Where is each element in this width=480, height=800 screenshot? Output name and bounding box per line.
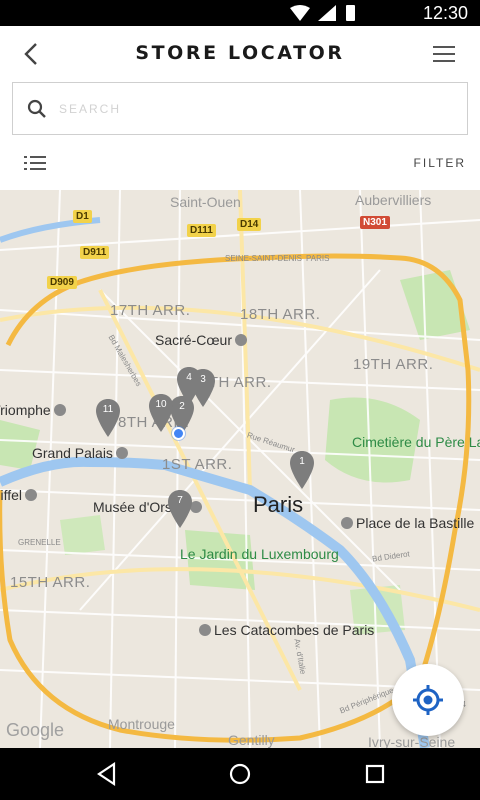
- cell-signal-icon: [318, 5, 336, 21]
- road-shield: D911: [80, 246, 110, 259]
- park-label: Cimetière du Père Lachaise: [352, 434, 480, 450]
- store-marker[interactable]: 7: [167, 489, 193, 529]
- store-map[interactable]: Saint-Ouen Aubervilliers Montrouge Genti…: [0, 190, 480, 748]
- my-location-icon: [413, 685, 443, 715]
- system-nav-bar: [0, 748, 480, 800]
- google-attribution: Google: [6, 720, 65, 740]
- chevron-left-icon[interactable]: [14, 38, 50, 70]
- district-label: 15TH ARR.: [10, 574, 91, 591]
- wifi-icon: [290, 5, 310, 21]
- search-icon: [27, 99, 46, 118]
- status-time: 12:30: [422, 3, 468, 23]
- poi-label: Arc de Triomphe: [0, 402, 69, 418]
- road-shield: D111: [187, 224, 216, 237]
- city-label: Ivry-sur-Seine: [368, 734, 456, 748]
- road-shield: D909: [47, 276, 77, 289]
- district-label: 17TH ARR.: [110, 302, 191, 319]
- city-label: Aubervilliers: [355, 192, 432, 208]
- back-triangle-icon[interactable]: [94, 761, 120, 787]
- status-bar: 12:30: [0, 0, 480, 26]
- page-title: STORE LOCATOR: [135, 42, 345, 64]
- list-filter-bar: FILTER: [0, 140, 480, 190]
- home-circle-icon[interactable]: [227, 761, 253, 787]
- poi-label: Tour Eiffel: [0, 487, 40, 503]
- status-icons: [290, 5, 355, 21]
- road-shield: D1: [73, 210, 92, 223]
- poi-label: Grand Palais: [32, 445, 131, 461]
- recents-square-icon[interactable]: [362, 761, 388, 787]
- store-marker[interactable]: 10: [148, 393, 174, 433]
- list-view-icon[interactable]: [22, 152, 48, 174]
- park-area: [60, 515, 105, 555]
- filter-button[interactable]: FILTER: [414, 156, 466, 170]
- poi-label: Les Catacombes de Paris: [196, 622, 374, 638]
- road-label: PARIS: [306, 254, 330, 263]
- battery-icon: [346, 5, 355, 21]
- landmark-icon: [25, 489, 37, 501]
- store-marker[interactable]: 11: [95, 398, 121, 438]
- landmark-icon: [341, 517, 353, 529]
- city-label-paris: Paris: [253, 492, 304, 517]
- road-label: SEINE-SAINT-DENIS: [225, 254, 302, 263]
- city-label: Saint-Ouen: [170, 194, 241, 210]
- user-location-dot: [172, 427, 185, 440]
- poi-label: Place de la Bastille: [338, 515, 474, 531]
- search-box: [12, 82, 468, 135]
- district-label: 18TH ARR.: [240, 306, 321, 323]
- search-input[interactable]: [59, 97, 449, 121]
- road-shield: D14: [237, 218, 262, 231]
- poi-label: Sacré-Cœur: [155, 332, 250, 348]
- hamburger-menu-icon[interactable]: [430, 40, 460, 68]
- city-label: Montrouge: [108, 716, 175, 732]
- city-label: Gentilly: [228, 732, 275, 748]
- landmark-icon: [199, 624, 211, 636]
- map-base: [0, 190, 480, 748]
- road-shield: N301: [360, 216, 390, 229]
- district-label: 1ST ARR.: [162, 456, 233, 473]
- road-label: GRENELLE: [18, 538, 61, 547]
- park-label: Le Jardin du Luxembourg: [180, 546, 339, 562]
- store-marker[interactable]: 1: [289, 450, 315, 490]
- my-location-button[interactable]: [392, 664, 464, 736]
- landmark-icon: [115, 447, 128, 459]
- district-label: 19TH ARR.: [353, 356, 434, 373]
- app-bar: STORE LOCATOR: [0, 26, 480, 82]
- landmark-icon: [53, 404, 66, 416]
- landmark-icon: [235, 334, 248, 346]
- store-marker[interactable]: 4: [176, 366, 202, 406]
